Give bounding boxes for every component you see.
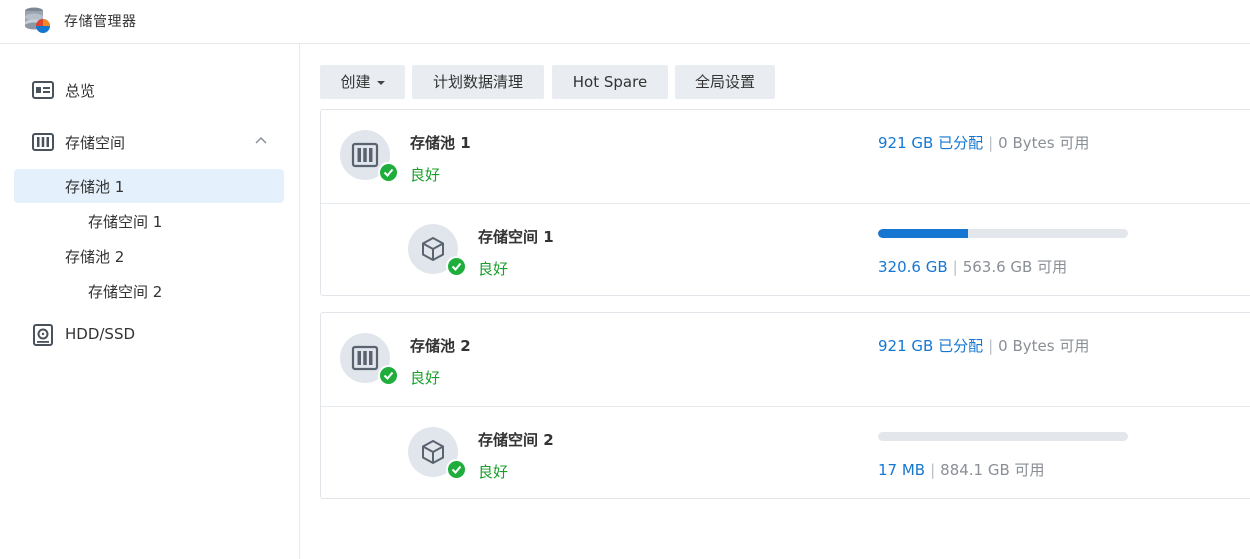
- sidebar-item-overview[interactable]: 总览: [14, 73, 284, 107]
- separator: |: [988, 337, 994, 355]
- volume-cube-icon: [422, 439, 444, 465]
- volume-icon-wrap: [408, 224, 467, 277]
- create-button[interactable]: 创建: [320, 65, 405, 99]
- chevron-up-icon[interactable]: [254, 134, 268, 148]
- sidebar-item-label: 存储池 1: [65, 178, 125, 196]
- volume-usage-bar: [878, 432, 1128, 441]
- volume-icon-wrap: [408, 427, 467, 480]
- volume-used: 320.6 GB: [878, 258, 948, 276]
- overview-icon: [32, 81, 54, 99]
- volume-status: 良好: [478, 260, 509, 278]
- volume-cube-icon: [422, 236, 444, 262]
- sidebar-item-pool-2[interactable]: 存储池 2: [14, 239, 284, 273]
- pool-status: 良好: [410, 166, 441, 184]
- sidebar: 总览 存储空间 存储池 1 存储空间 1 存储池 2 存储空间 2 HDD/SS…: [0, 44, 300, 559]
- volume-status: 良好: [478, 463, 509, 481]
- sidebar-item-label: HDD/SSD: [65, 325, 136, 343]
- separator: |: [930, 461, 936, 479]
- storage-pool-icon: [351, 142, 379, 168]
- pool-card: 存储池 1 良好 921 GB 已分配 | 0 Bytes 可用 存储空间 1 良好…: [320, 109, 1250, 296]
- sidebar-item-storage[interactable]: 存储空间: [14, 125, 284, 159]
- sidebar-item-label: 存储空间 2: [88, 283, 163, 301]
- sidebar-item-label: 存储池 2: [65, 248, 125, 266]
- volume-name: 存储空间 1: [478, 228, 554, 246]
- volume-name: 存储空间 2: [478, 431, 554, 449]
- drive-icon: [33, 324, 53, 346]
- title-bar: 存储管理器: [0, 0, 1250, 44]
- volume-available: 884.1 GB 可用: [940, 461, 1045, 479]
- volume-capacity: 320.6 GB | 563.6 GB 可用: [878, 256, 1067, 277]
- sidebar-item-label: 存储空间 1: [88, 213, 163, 231]
- pool-status: 良好: [410, 369, 441, 387]
- pool-icon-wrap: [340, 333, 399, 386]
- pool-name: 存储池 2: [410, 337, 471, 355]
- pool-allocation: 921 GB 已分配 | 0 Bytes 可用: [878, 132, 1089, 153]
- healthy-check-icon: [378, 365, 399, 386]
- storage-icon: [32, 133, 54, 151]
- volume-row[interactable]: 存储空间 2 良好 17 MB | 884.1 GB 可用: [321, 407, 1250, 499]
- sidebar-item-label: 存储空间: [65, 134, 126, 152]
- caret-down-icon: [376, 80, 385, 85]
- pool-allocated: 921 GB 已分配: [878, 337, 984, 355]
- pool-available: 0 Bytes 可用: [998, 134, 1090, 152]
- healthy-check-icon: [378, 162, 399, 183]
- sidebar-item-label: 总览: [65, 82, 96, 100]
- volume-row[interactable]: 存储空间 1 良好 320.6 GB | 563.6 GB 可用: [321, 204, 1250, 296]
- pool-row[interactable]: 存储池 2 良好 921 GB 已分配 | 0 Bytes 可用: [321, 313, 1250, 407]
- volume-available: 563.6 GB 可用: [962, 258, 1068, 276]
- storage-pool-icon: [351, 345, 379, 371]
- separator: |: [988, 134, 994, 152]
- pool-icon-wrap: [340, 130, 399, 183]
- pool-name: 存储池 1: [410, 134, 471, 152]
- sidebar-item-volume-2[interactable]: 存储空间 2: [14, 274, 284, 308]
- usage-bar-fill: [878, 229, 968, 238]
- pool-row[interactable]: 存储池 1 良好 921 GB 已分配 | 0 Bytes 可用: [321, 110, 1250, 204]
- app-title: 存储管理器: [64, 14, 137, 30]
- pool-allocation: 921 GB 已分配 | 0 Bytes 可用: [878, 335, 1089, 356]
- global-settings-button[interactable]: 全局设置: [675, 65, 775, 99]
- volume-used: 17 MB: [878, 461, 926, 479]
- hot-spare-button[interactable]: Hot Spare: [552, 65, 668, 99]
- pool-card: 存储池 2 良好 921 GB 已分配 | 0 Bytes 可用 存储空间 2 良好…: [320, 312, 1250, 499]
- create-button-label: 创建: [340, 73, 371, 91]
- healthy-check-icon: [446, 256, 467, 277]
- healthy-check-icon: [446, 459, 467, 480]
- sidebar-item-pool-1[interactable]: 存储池 1: [14, 169, 284, 203]
- data-scrubbing-button[interactable]: 计划数据清理: [412, 65, 544, 99]
- pool-allocated: 921 GB 已分配: [878, 134, 984, 152]
- volume-usage-bar: [878, 229, 1128, 238]
- separator: |: [952, 258, 958, 276]
- sidebar-item-volume-1[interactable]: 存储空间 1: [14, 204, 284, 238]
- sidebar-item-hdd-ssd[interactable]: HDD/SSD: [14, 318, 284, 352]
- volume-capacity: 17 MB | 884.1 GB 可用: [878, 459, 1045, 480]
- storage-manager-icon: [25, 7, 50, 33]
- pool-available: 0 Bytes 可用: [998, 337, 1090, 355]
